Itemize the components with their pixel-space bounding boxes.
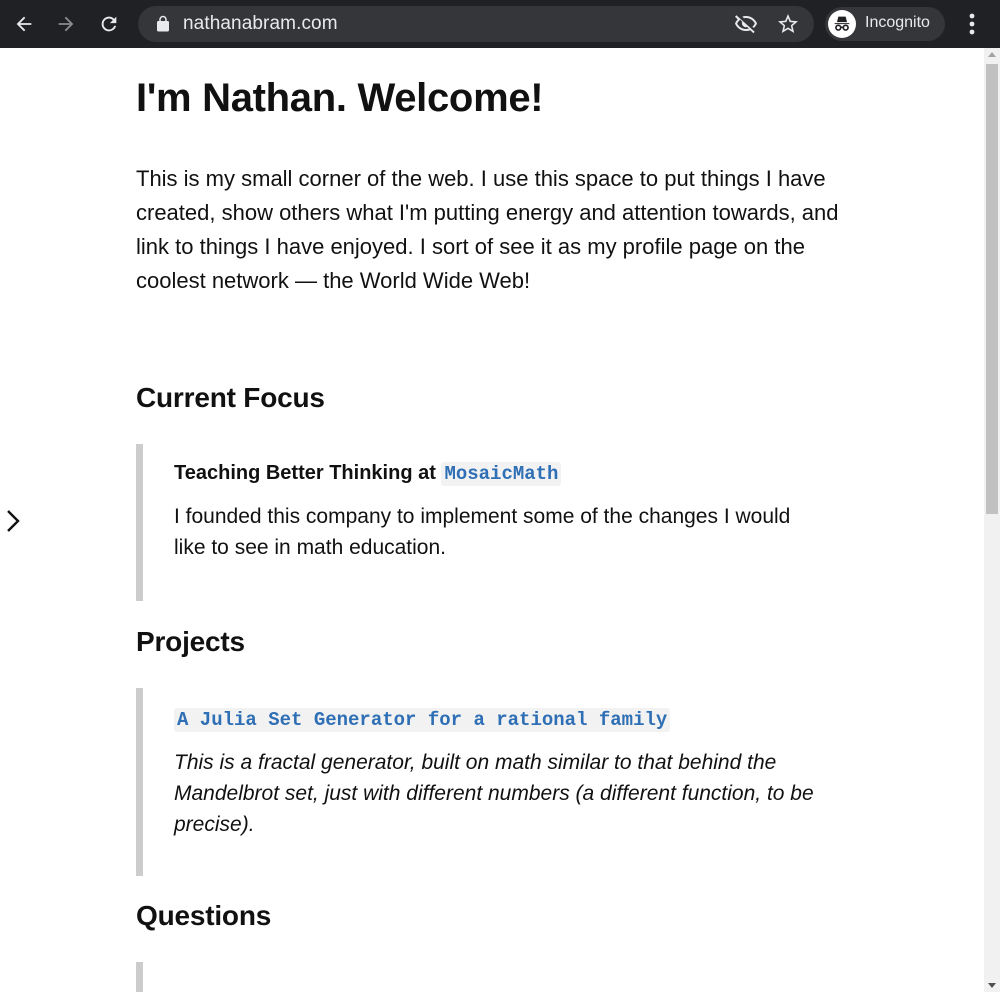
- more-vert-icon[interactable]: [960, 10, 984, 38]
- back-button[interactable]: [8, 8, 40, 40]
- project-item-title: A Julia Set Generator for a rational fam…: [174, 708, 836, 732]
- scroll-up-arrow[interactable]: [988, 52, 996, 57]
- incognito-label: Incognito: [865, 14, 930, 31]
- url-text: nathanabram.com: [183, 13, 338, 34]
- page-viewport: I'm Nathan. Welcome! This is my small co…: [0, 48, 984, 992]
- current-focus-blockquote: Teaching Better Thinking at MosaicMath I…: [136, 444, 836, 601]
- julia-set-generator-link[interactable]: A Julia Set Generator for a rational fam…: [174, 708, 671, 732]
- reload-icon: [101, 16, 117, 32]
- page-title: I'm Nathan. Welcome!: [136, 76, 544, 120]
- browser-toolbar: nathanabram.com Incognito: [0, 0, 1000, 48]
- current-focus-description: I founded this company to implement some…: [174, 505, 791, 559]
- intro-paragraph: This is my small corner of the web. I us…: [136, 166, 839, 293]
- incognito-icon: [828, 10, 856, 38]
- mosaicmath-link[interactable]: MosaicMath: [441, 462, 562, 486]
- incognito-profile-button[interactable]: Incognito: [825, 7, 945, 41]
- scroll-thumb[interactable]: [986, 64, 998, 514]
- chevron-right-icon[interactable]: [4, 508, 24, 536]
- project-description: This is a fractal generator, built on ma…: [174, 751, 814, 836]
- forward-button[interactable]: [50, 8, 82, 40]
- reload-button[interactable]: [93, 8, 125, 40]
- section-heading-current-focus: Current Focus: [136, 382, 325, 413]
- current-focus-prefix: Teaching Better Thinking at: [174, 462, 442, 484]
- projects-blockquote: A Julia Set Generator for a rational fam…: [136, 688, 836, 876]
- forward-icon: [58, 16, 74, 32]
- vertical-scrollbar[interactable]: [984, 48, 1000, 992]
- lock-icon: [157, 15, 169, 32]
- address-bar[interactable]: nathanabram.com: [138, 6, 814, 42]
- questions-blockquote: [136, 962, 836, 992]
- star-icon[interactable]: [776, 12, 800, 36]
- section-heading-questions: Questions: [136, 900, 272, 931]
- eye-off-icon[interactable]: [734, 12, 758, 36]
- current-focus-item-title: Teaching Better Thinking at MosaicMath: [174, 462, 836, 486]
- scroll-down-arrow[interactable]: [988, 983, 996, 988]
- back-icon: [16, 16, 32, 32]
- section-heading-projects: Projects: [136, 626, 245, 657]
